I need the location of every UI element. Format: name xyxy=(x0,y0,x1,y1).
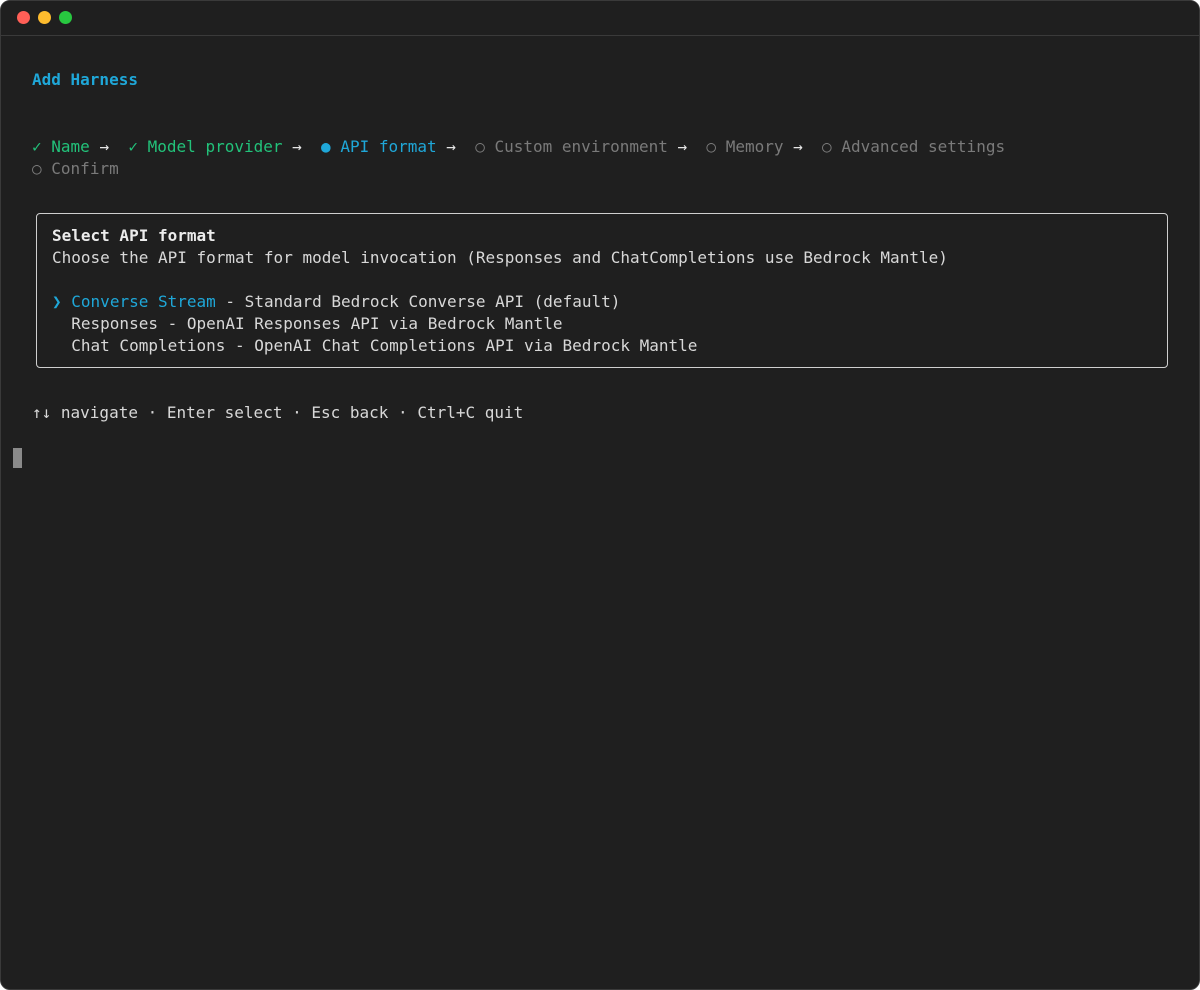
terminal-cursor xyxy=(13,448,22,468)
panel-heading: Select API format xyxy=(52,226,216,245)
option-responses[interactable]: Responses - OpenAI Responses API via Bed… xyxy=(52,313,563,335)
empty-circle-icon: ○ xyxy=(475,137,485,156)
option-name: Chat Completions xyxy=(71,336,226,355)
filled-circle-icon: ● xyxy=(321,137,331,156)
option-description: - OpenAI Responses API via Bedrock Mantl… xyxy=(157,314,563,333)
step-custom-environment: ○ Custom environment xyxy=(475,137,668,156)
step-confirm: ○ Confirm xyxy=(32,159,119,178)
option-name: Responses xyxy=(71,314,158,333)
close-window-button[interactable] xyxy=(17,11,30,24)
option-chat-completions[interactable]: Chat Completions - OpenAI Chat Completio… xyxy=(52,335,697,357)
check-icon: ✓ xyxy=(128,137,138,156)
title-bar xyxy=(1,1,1199,36)
step-advanced-settings: ○ Advanced settings xyxy=(822,137,1006,156)
minimize-window-button[interactable] xyxy=(38,11,51,24)
empty-circle-icon: ○ xyxy=(822,137,832,156)
empty-circle-icon: ○ xyxy=(32,159,42,178)
terminal-window: Add Harness ✓ Name → ✓ Model provider → … xyxy=(0,0,1200,990)
step-progress: ✓ Name → ✓ Model provider → ● API format… xyxy=(32,136,1005,158)
arrow-right-icon: → xyxy=(292,137,302,156)
step-name: ✓ Name xyxy=(32,137,90,156)
step-progress-wrap: ○ Confirm xyxy=(32,158,119,180)
option-description: - Standard Bedrock Converse API (default… xyxy=(215,292,621,311)
arrow-right-icon: → xyxy=(99,137,110,156)
arrow-right-icon: → xyxy=(793,137,803,156)
keyboard-help: ↑↓ navigate · Enter select · Esc back · … xyxy=(32,403,524,422)
pointer-icon: ❯ xyxy=(52,292,62,311)
option-description: - OpenAI Chat Completions API via Bedroc… xyxy=(225,336,698,355)
api-format-panel: Select API format Choose the API format … xyxy=(36,213,1168,368)
page-title: Add Harness xyxy=(32,70,138,89)
step-memory: ○ Memory xyxy=(706,137,784,156)
step-model-provider: ✓ Model provider xyxy=(128,137,283,156)
option-converse-stream[interactable]: ❯ Converse Stream - Standard Bedrock Con… xyxy=(52,291,620,313)
zoom-window-button[interactable] xyxy=(59,11,72,24)
arrow-right-icon: → xyxy=(446,137,456,156)
arrow-right-icon: → xyxy=(677,137,688,156)
option-name: Converse Stream xyxy=(71,292,216,311)
check-icon: ✓ xyxy=(32,137,42,156)
step-api-format: ● API format xyxy=(321,137,437,156)
panel-description: Choose the API format for model invocati… xyxy=(52,248,948,267)
empty-circle-icon: ○ xyxy=(706,137,717,156)
